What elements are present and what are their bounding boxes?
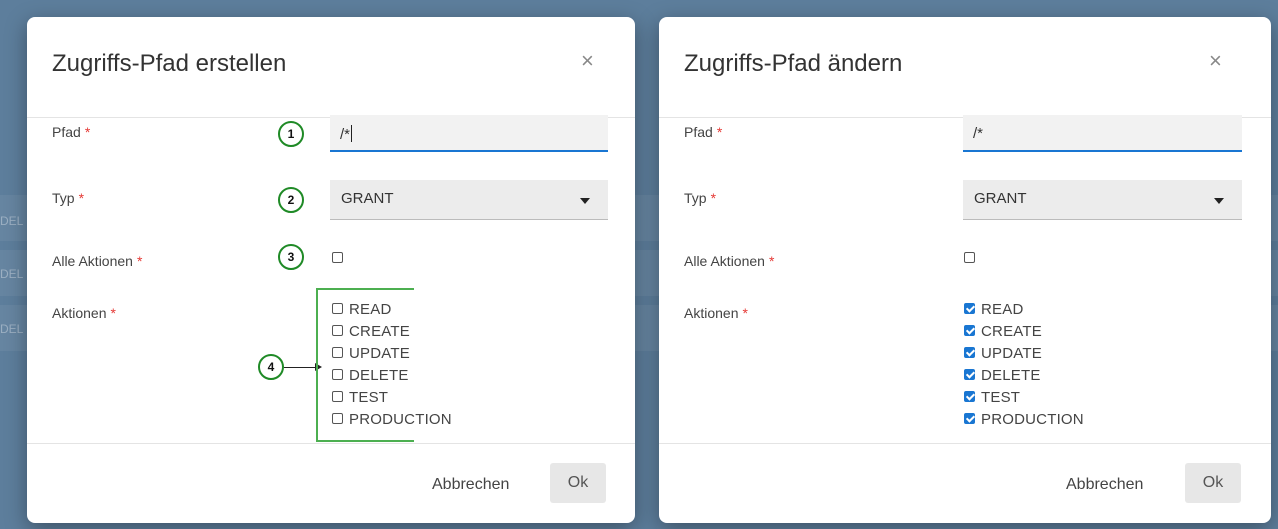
edit-access-path-dialog: Zugriffs-Pfad ändern × Pfad * /* Typ * GRA… <box>659 17 1271 523</box>
background-text: DEL <box>0 267 24 281</box>
type-label: Typ * <box>52 190 84 206</box>
type-label-text: Typ <box>52 190 75 206</box>
annotation-arrow-line <box>284 367 316 368</box>
type-select-value: GRANT <box>341 190 394 207</box>
required-marker: * <box>710 190 717 206</box>
all-actions-checkbox[interactable] <box>964 252 975 263</box>
annotation-marker-3: 3 <box>278 244 304 270</box>
required-marker: * <box>136 253 143 269</box>
all-actions-label-text: Alle Aktionen <box>52 253 133 269</box>
annotation-bracket <box>316 288 414 442</box>
actions-label: Aktionen * <box>684 305 748 321</box>
path-label-text: Pfad <box>52 124 81 140</box>
type-select[interactable]: GRANT <box>330 180 608 220</box>
action-label: UPDATE <box>981 345 1042 362</box>
all-actions-label: Alle Aktionen * <box>684 253 774 269</box>
type-select[interactable]: GRANT <box>963 180 1242 220</box>
action-label: PRODUCTION <box>981 411 1084 428</box>
annotation-marker-1: 1 <box>278 121 304 147</box>
action-checkbox[interactable] <box>964 303 975 314</box>
annotation-marker-2: 2 <box>278 187 304 213</box>
all-actions-label-text: Alle Aktionen <box>684 253 765 269</box>
path-input[interactable]: /* <box>963 115 1242 152</box>
cancel-button[interactable]: Abbrechen <box>1066 476 1143 494</box>
action-checkbox[interactable] <box>964 347 975 358</box>
actions-label: Aktionen * <box>52 305 116 321</box>
dialog-header: Zugriffs-Pfad ändern × <box>659 17 1271 118</box>
dialog-header: Zugriffs-Pfad erstellen × <box>27 17 635 118</box>
type-label-text: Typ <box>684 190 707 206</box>
action-checkbox[interactable] <box>964 325 975 336</box>
path-input-value: /* <box>973 125 984 142</box>
background-text: DEL <box>0 214 24 228</box>
close-icon[interactable]: × <box>1209 49 1222 73</box>
path-label-text: Pfad <box>684 124 713 140</box>
action-checkbox[interactable] <box>964 391 975 402</box>
action-checkbox[interactable] <box>964 369 975 380</box>
text-cursor <box>351 125 353 142</box>
actions-label-text: Aktionen <box>52 305 107 321</box>
ok-button[interactable]: Ok <box>1185 463 1241 503</box>
caret-down-icon <box>580 198 590 204</box>
path-label: Pfad * <box>52 124 90 140</box>
all-actions-checkbox[interactable] <box>332 252 343 263</box>
footer-divider <box>27 443 635 444</box>
required-marker: * <box>742 305 748 321</box>
annotation-marker-4: 4 <box>258 354 284 380</box>
cancel-button[interactable]: Abbrechen <box>432 476 509 494</box>
path-input[interactable]: /* <box>330 115 608 152</box>
all-actions-label: Alle Aktionen * <box>52 253 142 269</box>
caret-down-icon <box>1214 198 1224 204</box>
action-label: TEST <box>981 389 1021 406</box>
action-label: READ <box>981 301 1024 318</box>
required-marker: * <box>78 190 85 206</box>
required-marker: * <box>84 124 91 140</box>
dialog-title: Zugriffs-Pfad erstellen <box>52 50 287 77</box>
footer-divider <box>659 443 1271 444</box>
path-input-value: /* <box>340 126 351 143</box>
required-marker: * <box>716 124 723 140</box>
dialog-title: Zugriffs-Pfad ändern <box>684 50 903 77</box>
type-label: Typ * <box>684 190 716 206</box>
background-text: DEL <box>0 322 24 336</box>
required-marker: * <box>768 253 775 269</box>
action-label: DELETE <box>981 367 1041 384</box>
required-marker: * <box>110 305 116 321</box>
path-label: Pfad * <box>684 124 722 140</box>
action-label: CREATE <box>981 323 1042 340</box>
action-checkbox[interactable] <box>964 413 975 424</box>
ok-button[interactable]: Ok <box>550 463 606 503</box>
actions-label-text: Aktionen <box>684 305 739 321</box>
type-select-value: GRANT <box>974 190 1027 207</box>
create-access-path-dialog: Zugriffs-Pfad erstellen × Pfad * /* Typ * … <box>27 17 635 523</box>
close-icon[interactable]: × <box>581 49 594 73</box>
